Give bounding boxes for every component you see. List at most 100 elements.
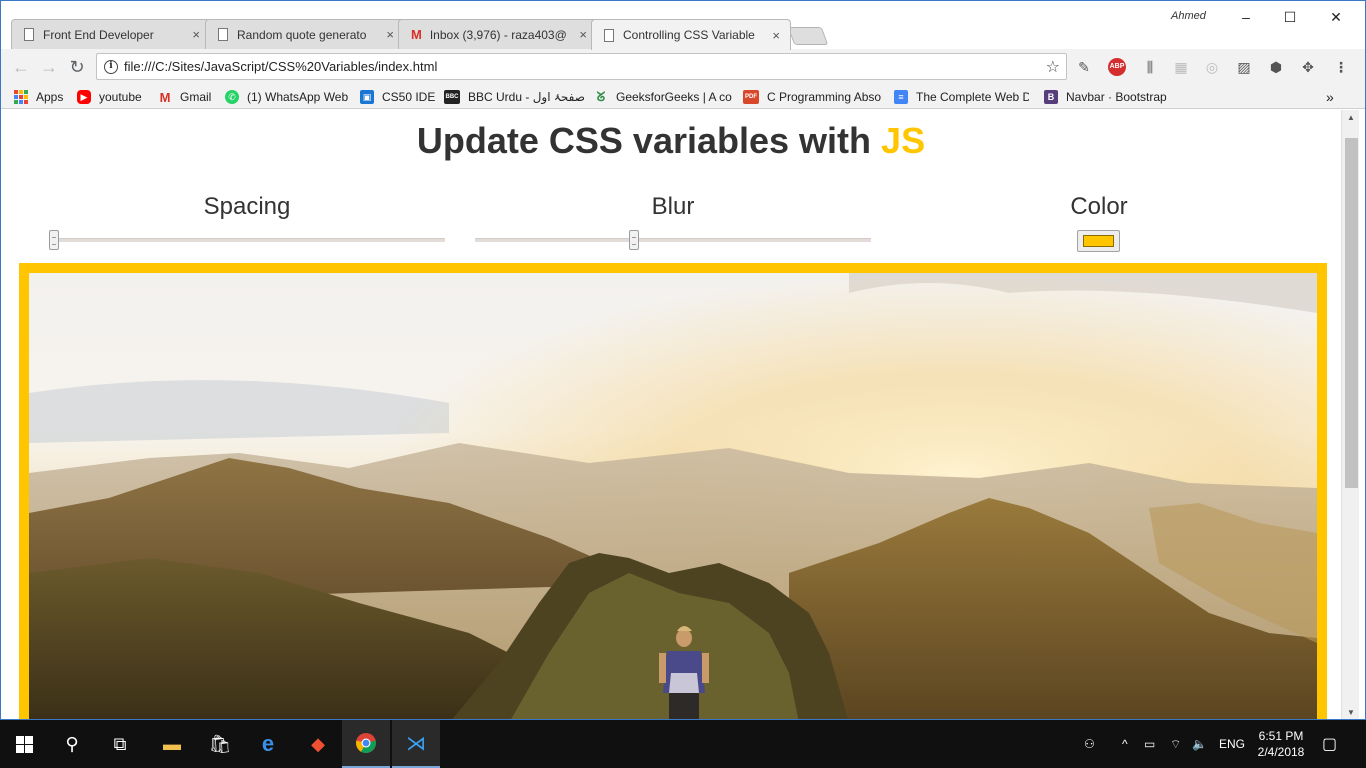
- new-tab-button[interactable]: [787, 27, 829, 45]
- battery-icon[interactable]: ▭: [1144, 720, 1155, 768]
- search-icon[interactable]: ⚲: [48, 720, 96, 768]
- whatsapp-icon: ✆: [225, 90, 239, 104]
- color-control: Color: [899, 193, 1299, 221]
- bootstrap-icon: B: [1044, 90, 1058, 104]
- spacing-slider[interactable]: [49, 238, 445, 242]
- clock-date: 2/4/2018: [1257, 745, 1305, 759]
- gmail-icon: M: [159, 89, 171, 105]
- tab-label: Random quote generato: [237, 27, 367, 42]
- tab-random-quote-generator[interactable]: Random quote generato ×: [205, 19, 405, 49]
- minimize-button[interactable]: –: [1223, 5, 1269, 29]
- reload-button[interactable]: ↻: [65, 55, 89, 79]
- bookmark-bbc-urdu[interactable]: BBC BBC Urdu - صفحۂ اول: [444, 88, 586, 106]
- tab-inbox[interactable]: M Inbox (3,976) - raza403@ ×: [398, 19, 598, 49]
- tab-label: Inbox (3,976) - raza403@: [429, 27, 567, 42]
- scroll-down-arrow-icon[interactable]: ▼: [1342, 705, 1360, 719]
- back-button[interactable]: ←: [9, 55, 33, 79]
- store-icon[interactable]: 🛍: [196, 720, 244, 768]
- git-icon[interactable]: ◆: [294, 720, 342, 768]
- info-icon[interactable]: i: [104, 59, 118, 74]
- pdf-icon: PDF: [743, 90, 759, 104]
- google-docs-icon: ≡: [894, 90, 908, 104]
- bookmark-youtube[interactable]: ▶ youtube: [77, 88, 142, 106]
- wifi-icon[interactable]: ⌔: [1170, 720, 1181, 768]
- blur-slider[interactable]: [475, 238, 871, 242]
- notifications-icon[interactable]: ▢: [1322, 720, 1337, 768]
- language-indicator[interactable]: ENG: [1219, 720, 1245, 768]
- system-clock[interactable]: 6:51 PM 2/4/2018: [1250, 728, 1312, 760]
- photo-frame: [19, 263, 1327, 719]
- windows-logo-icon: [15, 735, 33, 753]
- adblock-plus-icon[interactable]: ABP: [1108, 58, 1126, 76]
- blur-label: Blur: [651, 193, 695, 220]
- forward-button[interactable]: →: [37, 55, 61, 79]
- gmail-icon: M: [411, 27, 422, 42]
- bookmark-cs50-ide[interactable]: ▣ CS50 IDE: [360, 88, 435, 106]
- page-title-highlight: JS: [881, 120, 926, 161]
- move-extension-icon[interactable]: ✥: [1299, 58, 1317, 76]
- bookmark-navbar-bootstrap[interactable]: B Navbar · Bootstrap: [1044, 88, 1167, 106]
- tab-label: Controlling CSS Variable: [623, 28, 755, 42]
- close-icon[interactable]: ×: [772, 28, 780, 43]
- vscode-icon[interactable]: ⋊: [392, 720, 440, 768]
- bookmark-whatsapp[interactable]: ✆ (1) WhatsApp Web: [225, 88, 348, 106]
- scroll-up-arrow-icon[interactable]: ▲: [1342, 110, 1360, 126]
- maximize-button[interactable]: ☐: [1267, 5, 1313, 29]
- close-icon[interactable]: ×: [386, 27, 394, 42]
- bookmark-geeksforgeeks[interactable]: ᘜ GeeksforGeeks | A co: [594, 88, 742, 106]
- tab-front-end-developer[interactable]: Front End Developer ×: [11, 19, 211, 49]
- browser-window: Front End Developer × Random quote gener…: [0, 0, 1366, 720]
- circle-extension-icon[interactable]: ◎: [1203, 58, 1221, 76]
- bookmark-complete-web-developer[interactable]: ≡ The Complete Web D: [894, 88, 1029, 106]
- bookmark-apps[interactable]: Apps: [14, 88, 63, 106]
- tab-label: Front End Developer: [43, 27, 154, 42]
- show-hidden-icons-chevron-icon[interactable]: ^: [1122, 720, 1128, 768]
- youtube-icon: ▶: [77, 90, 91, 104]
- cube-extension-icon[interactable]: ⬢: [1267, 58, 1285, 76]
- mountain-landscape-illustration: [29, 273, 1317, 719]
- clock-time: 6:51 PM: [1258, 729, 1304, 743]
- profile-name[interactable]: Ahmed: [1171, 10, 1206, 22]
- color-label: Color: [1070, 193, 1128, 220]
- address-bar[interactable]: i file:///C:/Sites/JavaScript/CSS%20Vari…: [96, 53, 1067, 80]
- bookmark-star-icon[interactable]: ☆: [1046, 57, 1060, 77]
- page-viewport: Update CSS variables with JS Spacing Blu…: [1, 110, 1341, 719]
- tab-strip: Front End Developer × Random quote gener…: [1, 1, 1365, 50]
- spacing-label: Spacing: [203, 193, 291, 220]
- bookmarks-bar: Apps ▶ youtube M Gmail ✆ (1) WhatsApp We…: [1, 85, 1365, 109]
- file-explorer-icon[interactable]: ▬: [148, 720, 196, 768]
- bookmark-c-programming[interactable]: PDF C Programming Abso: [743, 88, 881, 106]
- close-icon[interactable]: ×: [579, 27, 587, 42]
- chrome-icon[interactable]: [342, 720, 390, 768]
- windows-taskbar: ⚲ ⧉ ▬ 🛍 e ◆ ⋊ ⚇ ^ ▭ ⌔ 🔈 ENG 6:51 PM 2/4/…: [0, 720, 1366, 768]
- page-scrollbar[interactable]: ▲ ▼: [1341, 110, 1360, 719]
- equalizer-extension-icon[interactable]: ⫼: [1141, 58, 1159, 76]
- bookmark-gmail[interactable]: M Gmail: [158, 88, 212, 106]
- close-icon[interactable]: ×: [192, 27, 200, 42]
- browser-toolbar: ← → ↻ i file:///C:/Sites/JavaScript/CSS%…: [1, 49, 1365, 85]
- color-picker[interactable]: [1077, 230, 1120, 252]
- tab-controlling-css-variables[interactable]: Controlling CSS Variable ×: [591, 19, 791, 50]
- menu-icon[interactable]: ⋮: [1332, 58, 1350, 76]
- page-title-text: Update CSS variables with: [416, 120, 872, 161]
- blur-slider-thumb[interactable]: [629, 230, 640, 250]
- address-url[interactable]: file:///C:/Sites/JavaScript/CSS%20Variab…: [124, 59, 1046, 74]
- gradient-extension-icon[interactable]: ▨: [1235, 58, 1253, 76]
- bookmarks-overflow-button[interactable]: »: [1326, 88, 1334, 106]
- spacing-slider-thumb[interactable]: [49, 230, 59, 250]
- start-button[interactable]: [0, 720, 48, 768]
- color-picker-fill: [1083, 235, 1114, 247]
- document-icon: [604, 28, 614, 42]
- eyedropper-extension-icon[interactable]: ✎: [1075, 58, 1093, 76]
- people-icon[interactable]: ⚇: [1084, 720, 1095, 768]
- apps-grid-icon: [14, 90, 28, 104]
- close-window-button[interactable]: ✕: [1313, 5, 1359, 29]
- scrollbar-thumb[interactable]: [1345, 138, 1358, 488]
- bbc-icon: BBC: [444, 90, 460, 104]
- edge-icon[interactable]: e: [244, 720, 292, 768]
- grid-extension-icon[interactable]: ▦: [1172, 58, 1190, 76]
- task-view-icon[interactable]: ⧉: [96, 720, 144, 768]
- mountain-hiker-image: [29, 273, 1317, 719]
- document-icon: [24, 28, 34, 41]
- volume-icon[interactable]: 🔈: [1192, 720, 1207, 768]
